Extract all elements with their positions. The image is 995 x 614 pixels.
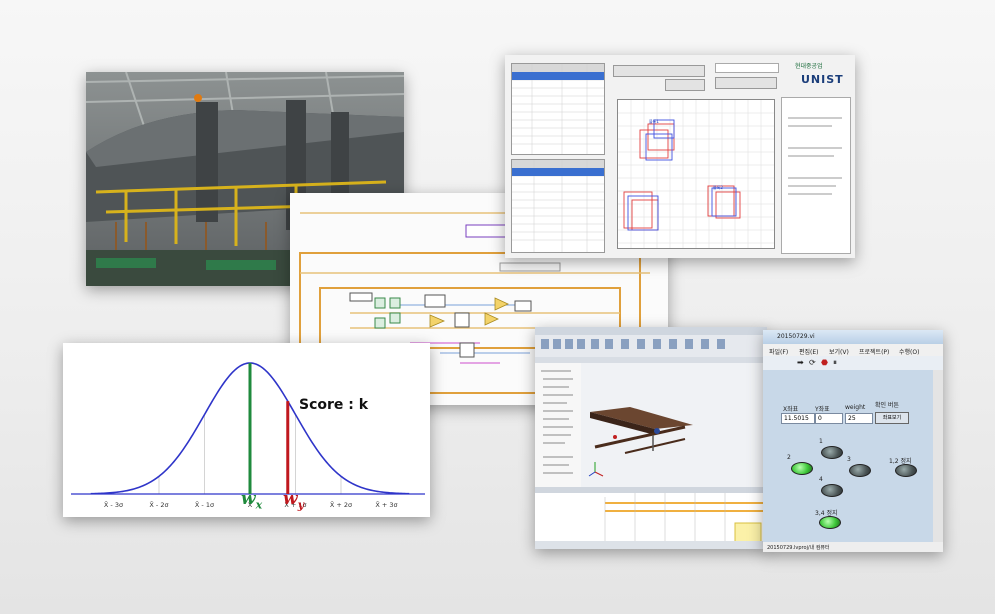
led-1[interactable] bbox=[821, 446, 843, 459]
tick-label: X̄ + 3σ bbox=[375, 500, 397, 509]
led-2[interactable] bbox=[791, 462, 813, 475]
led4-label: 4 bbox=[819, 476, 823, 483]
tick-label: X̄ + 2σ bbox=[330, 500, 352, 509]
load-button[interactable] bbox=[613, 65, 705, 77]
group1-label: 블록1 bbox=[649, 119, 659, 124]
tick-label: X̄ - 1σ bbox=[195, 500, 214, 509]
cad-window bbox=[535, 327, 767, 549]
result-panel bbox=[781, 97, 851, 254]
title-bar: 20150729.vi bbox=[763, 330, 943, 344]
group2-label: 블록2 bbox=[713, 185, 723, 190]
layout-plot bbox=[617, 99, 775, 249]
block-layout-app: 현대중공업 UNIST 블록1 블록2 bbox=[505, 55, 855, 258]
led-34-stop[interactable] bbox=[819, 516, 841, 529]
show-coordinate-button[interactable]: 좌표보기 bbox=[875, 412, 909, 424]
wy-label: wy bbox=[283, 489, 304, 511]
window-title: 20150729.vi bbox=[777, 333, 815, 340]
led-12-stop[interactable] bbox=[895, 464, 917, 477]
tick-label: X̄ - 2σ bbox=[149, 500, 168, 509]
led-4[interactable] bbox=[821, 484, 843, 497]
result-text-lines bbox=[788, 117, 842, 195]
wx-label: wx bbox=[241, 489, 262, 511]
run-continuous-icon[interactable]: ⟳ bbox=[809, 358, 816, 367]
block-table bbox=[511, 159, 605, 253]
x-label: X좌표 bbox=[783, 406, 799, 413]
bell-curve-figure: X̄ - 3σ X̄ - 2σ X̄ - 1σ X̄ X̄ + 1σ X̄ + 2σ X̄ … bbox=[63, 343, 430, 517]
table-grid-2 bbox=[512, 160, 604, 252]
path-field[interactable] bbox=[715, 63, 779, 73]
y-field[interactable]: 0 bbox=[815, 413, 843, 424]
cad-screen bbox=[535, 327, 767, 549]
y-label: Y좌표 bbox=[815, 406, 830, 413]
front-panel-window: 20150729.vi 파일(F) 편집(E) 보기(V) 프로젝트(P) 수행… bbox=[763, 330, 943, 552]
table-grid bbox=[512, 64, 604, 154]
menu-operate[interactable]: 수행(O) bbox=[899, 347, 919, 356]
menu-project[interactable]: 프로젝트(P) bbox=[859, 347, 889, 356]
menu-bar: 파일(F) 편집(E) 보기(V) 프로젝트(P) 수행(O) bbox=[763, 344, 943, 356]
x-field[interactable]: 11.5015 bbox=[781, 413, 815, 424]
tick-label: X̄ - 3σ bbox=[104, 500, 123, 509]
led-3[interactable] bbox=[849, 464, 871, 477]
scrollbar[interactable] bbox=[933, 370, 943, 544]
toolbar: ➡ ⟳ ⬣ ⏸ bbox=[763, 356, 943, 370]
wx-label-sub: x bbox=[255, 498, 263, 512]
pause-icon[interactable]: ⏸ bbox=[833, 358, 837, 368]
confirm-label: 확인 버튼 bbox=[875, 402, 899, 409]
status-bar: 20150729.lvproj/내 컴퓨터 bbox=[763, 542, 943, 552]
status-text: 20150729.lvproj/내 컴퓨터 bbox=[767, 545, 830, 551]
led1-label: 1 bbox=[819, 438, 823, 445]
led2-label: 2 bbox=[787, 454, 791, 461]
weight-field[interactable]: 25 bbox=[845, 413, 873, 424]
wx-label-base: w bbox=[241, 489, 256, 509]
brand-text: 현대중공업 bbox=[795, 63, 823, 70]
weight-label: weight bbox=[845, 404, 866, 411]
result-button[interactable] bbox=[715, 77, 777, 89]
wy-label-sub: y bbox=[297, 498, 305, 512]
unist-logo: UNIST bbox=[801, 73, 844, 86]
run-arrow-icon[interactable]: ➡ bbox=[797, 358, 804, 367]
menu-view[interactable]: 보기(V) bbox=[829, 347, 849, 356]
abort-icon[interactable]: ⬣ bbox=[821, 358, 828, 367]
layout-button[interactable] bbox=[665, 79, 705, 91]
layout-grid bbox=[618, 100, 774, 248]
wy-label-base: w bbox=[283, 489, 298, 509]
led3-label: 3 bbox=[847, 456, 851, 463]
coordinate-table bbox=[511, 63, 605, 155]
menu-edit[interactable]: 편집(E) bbox=[799, 347, 819, 356]
panel-area: X좌표 Y좌표 weight 확인 버튼 11.5015 0 25 좌표보기 1… bbox=[763, 370, 933, 544]
menu-file[interactable]: 파일(F) bbox=[769, 347, 788, 356]
score-annotation: Score : k bbox=[299, 397, 369, 413]
